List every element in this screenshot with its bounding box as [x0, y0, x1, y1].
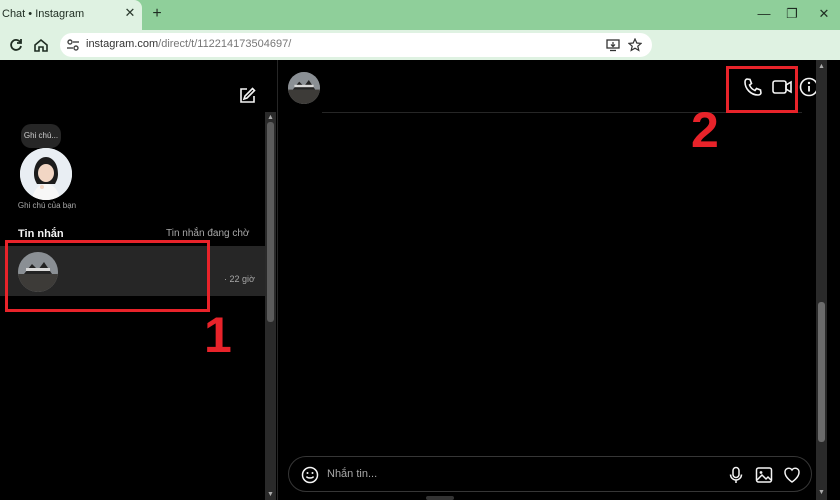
chat-panel: ▲ ▼ Nhắn tin... — [278, 60, 840, 500]
note-label: Ghi chú của bạn — [17, 201, 77, 210]
reload-icon[interactable] — [8, 37, 24, 53]
chat-scrollbar[interactable]: ▲ ▼ — [816, 60, 827, 500]
site-info-icon[interactable] — [66, 38, 80, 52]
annotation-number-2: 2 — [691, 102, 719, 158]
scroll-up-arrow-icon[interactable]: ▲ — [266, 113, 275, 122]
home-icon[interactable] — [33, 37, 49, 53]
chat-contact-photo — [288, 72, 320, 104]
emoji-icon[interactable] — [301, 466, 319, 484]
chat-scroll-down-icon[interactable]: ▼ — [817, 488, 826, 497]
close-window-button[interactable]: ✕ — [814, 5, 834, 23]
image-upload-icon[interactable] — [755, 466, 773, 484]
url-host: instagram.com — [86, 38, 159, 50]
message-input-placeholder[interactable]: Nhắn tin... — [327, 468, 377, 480]
chat-header-avatar[interactable] — [288, 72, 320, 104]
user-photo — [20, 148, 72, 200]
highlight-box-conversation — [5, 240, 210, 312]
microphone-icon[interactable] — [727, 466, 745, 484]
minimize-button[interactable]: — — [754, 5, 774, 23]
sidebar-scrollbar[interactable]: ▲ ▼ — [265, 112, 276, 500]
browser-toolbar: instagram.com/direct/t/112214173504697/ — [0, 30, 840, 60]
conversation-time: · 22 giờ — [224, 274, 255, 284]
messages-heading: Tin nhắn — [18, 228, 64, 240]
browser-tab[interactable]: Chat • Instagram ✕ — [0, 0, 142, 30]
user-note-avatar[interactable] — [20, 148, 72, 200]
chat-scroll-up-icon[interactable]: ▲ — [817, 62, 826, 71]
new-tab-button[interactable]: + — [148, 5, 166, 23]
address-bar[interactable]: instagram.com/direct/t/112214173504697/ — [60, 33, 652, 57]
sidebar-scroll-thumb[interactable] — [267, 122, 274, 322]
scroll-down-arrow-icon[interactable]: ▼ — [266, 490, 275, 499]
install-app-icon[interactable] — [606, 38, 620, 52]
browser-tab-bar: Chat • Instagram ✕ + — ❐ ✕ — [0, 0, 840, 30]
message-composer[interactable]: Nhắn tin... — [288, 456, 812, 492]
url-path: /direct/t/112214173504697/ — [158, 38, 292, 50]
heart-icon[interactable] — [783, 466, 801, 484]
url-text: instagram.com/direct/t/112214173504697/ — [86, 38, 291, 50]
chat-scroll-thumb[interactable] — [818, 302, 825, 442]
bookmark-star-icon[interactable] — [628, 38, 642, 52]
tab-title: Chat • Instagram — [2, 8, 85, 20]
bottom-drag-handle — [426, 496, 454, 500]
annotation-number-1: 1 — [204, 307, 232, 363]
highlight-box-call-buttons — [726, 66, 798, 113]
pending-requests-link[interactable]: Tin nhắn đang chờ — [166, 228, 249, 239]
restore-button[interactable]: ❐ — [782, 5, 802, 23]
compose-icon[interactable] — [238, 87, 256, 105]
note-bubble[interactable]: Ghi chú... — [21, 124, 61, 148]
tab-close-icon[interactable]: ✕ — [122, 5, 138, 21]
